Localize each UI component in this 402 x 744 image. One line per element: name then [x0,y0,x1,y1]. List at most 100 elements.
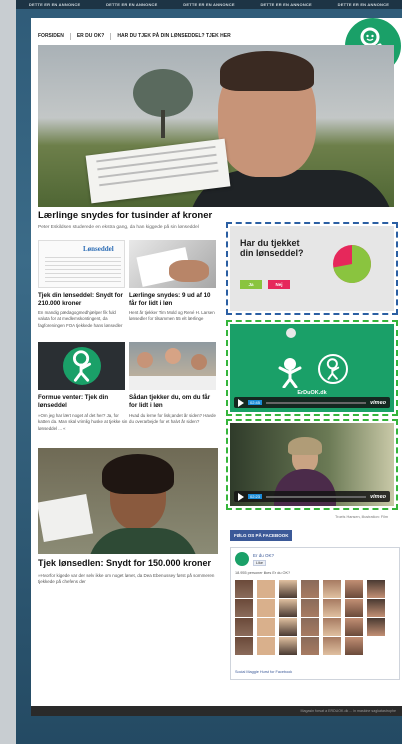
hero-summary: Peter Eskildsen studerede en ekstra gang… [38,225,199,230]
payslip-heading: Lønseddel [83,245,114,253]
payslip-lines [45,257,121,285]
facebook-fan-avatar[interactable] [279,618,297,636]
article-thumb-hands[interactable] [129,240,216,288]
video-progress[interactable] [266,401,367,404]
facebook-fan-avatar[interactable] [257,580,275,598]
video-caption: Troels Hansen, illustration: Film [335,515,389,519]
article-thumb-meeting[interactable] [129,342,216,390]
facebook-fan-avatar[interactable] [235,637,253,655]
ad-label: DETTE ER EN ANNONCE [28,2,81,7]
facebook-faces-grid [235,580,386,655]
facebook-plugin-link[interactable]: Social Maggie Hurst for Facebook [235,670,292,674]
hand-shape [169,260,209,282]
video-controls: 02:45 vimeo [234,397,390,408]
facebook-fan-avatar[interactable] [323,637,341,655]
nav-item-forsiden[interactable]: FORSIDEN [38,33,70,40]
nav-item-er-du-ok[interactable]: ER DU OK? [69,33,111,40]
video-player-1[interactable]: ErDuOK.dk 02:45 vimeo [230,324,394,412]
video-time: 02:45 [248,400,263,405]
video-controls: 02:23 vimeo [234,491,390,502]
play-icon[interactable] [238,398,244,407]
article-body: »Om jeg har lært noget af det her? Ja, f… [38,413,128,431]
facebook-like-count: 18.955 personer likes Er du OK? [235,571,291,575]
article-thumb-logo[interactable] [38,342,125,390]
article-body: Hvad du lerne for lisk¡andet år siden? H… [129,413,216,425]
facebook-fan-avatar[interactable] [301,599,319,617]
facebook-fan-avatar[interactable] [323,599,341,617]
article-title[interactable]: Tjek din lønseddel: Snydt for 210.000 kr… [38,292,128,307]
hero-headline[interactable]: Lærlinge snydes for tusinder af kroner [38,210,212,221]
article-body: En mandig pædagogmedhjælper fik fuld val… [38,310,123,328]
footer-text: Magasin forsat a ERDUOK.dk ... in maskin… [31,706,402,716]
bottom-article-image[interactable] [38,448,218,554]
facebook-fan-avatar[interactable] [301,637,319,655]
main-page: FORSIDEN ER DU OK? HAR DU TJEK PÅ DIN LØ… [31,18,402,708]
hero-image[interactable] [38,45,394,207]
facebook-widget: Er du OK? Like 18.955 personer likes Er … [230,547,400,680]
table-shape [129,376,216,390]
top-nav: FORSIDEN ER DU OK? HAR DU TJEK PÅ DIN LØ… [38,33,237,40]
person-head [165,348,181,364]
ad-label: DETTE ER EN ANNONCE [106,2,158,7]
facebook-fan-avatar[interactable] [279,599,297,617]
facebook-page-name[interactable]: Er du OK? [253,553,274,558]
article-title[interactable]: Formue venter: Tjek din lønseddel [38,394,128,409]
video-progress[interactable] [266,495,367,498]
facebook-fan-avatar[interactable] [279,580,297,598]
facebook-fan-avatar[interactable] [345,580,363,598]
facebook-header: FØLG OS PÅ FACEBOOK [230,530,292,541]
ad-label: DETTE ER EN ANNONCE [183,2,235,7]
article-title[interactable]: Sådan tjekker du, om du får for lidt i l… [129,394,219,409]
quiz-pie-chart [333,245,371,283]
woman-hair [102,454,174,494]
article-body: Hent år tjekker Tim Mold og René H. Lars… [129,310,215,322]
facebook-fan-avatar[interactable] [257,599,275,617]
facebook-fan-avatar[interactable] [257,637,275,655]
facebook-fan-avatar[interactable] [367,618,385,636]
facebook-fan-avatar[interactable] [301,618,319,636]
facebook-fan-avatar[interactable] [345,599,363,617]
facebook-fan-avatar[interactable] [345,618,363,636]
article-thumb-payslip[interactable]: Lønseddel [38,240,125,288]
stickfigure-icon [72,350,92,382]
quiz-box: Har du tjekket din lønseddel? Ja Nej [226,222,398,315]
bottom-article-title[interactable]: Tjek lønsedlen: Snydt for 150.000 kroner [38,558,211,568]
person-head [191,354,207,370]
facebook-fan-avatar[interactable] [301,580,319,598]
video-brand: ErDuOK.dk [297,390,327,396]
logo-circle [318,354,348,384]
vimeo-logo[interactable]: vimeo [370,494,386,500]
quiz-yes-button[interactable]: Ja [240,280,262,289]
video-box-1: ErDuOK.dk 02:45 vimeo [226,320,398,416]
bottom-article-body: »Hvorfor kigede var der selv ikke om nog… [38,573,215,585]
facebook-like-button[interactable]: Like [253,560,266,566]
woman-hair [288,437,322,455]
facebook-fan-avatar[interactable] [257,618,275,636]
facebook-fan-avatar[interactable] [235,580,253,598]
avatar[interactable] [235,552,249,566]
video-box-2: 02:23 vimeo [226,419,398,510]
woman-shirt [88,528,198,554]
facebook-fan-avatar[interactable] [345,637,363,655]
stickfigure-logo-icon [326,358,340,380]
quiz-no-button[interactable]: Nej [268,280,290,289]
video-time: 02:23 [248,494,263,499]
facebook-fan-avatar[interactable] [323,580,341,598]
vimeo-logo[interactable]: vimeo [370,400,386,406]
stickfigure-icon [278,358,302,388]
facebook-fan-avatar[interactable] [367,580,385,598]
facebook-fan-avatar[interactable] [323,618,341,636]
facebook-fan-avatar[interactable] [235,599,253,617]
facebook-fan-avatar[interactable] [367,599,385,617]
facebook-fan-avatar[interactable] [235,618,253,636]
nav-item-tjek-loenseddel[interactable]: HAR DU TJEK PÅ DIN LØNSEDDEL? TJEK HER [110,33,236,40]
person-head [137,352,153,368]
logo-circle [63,347,101,385]
facebook-fan-avatar[interactable] [279,637,297,655]
play-icon[interactable] [238,492,244,501]
article-title[interactable]: Lærlinge snydes: 9 ud af 10 får for lidt… [129,292,219,307]
ad-label: DETTE ER EN ANNONCE [337,2,390,7]
video-player-2[interactable]: 02:23 vimeo [230,423,394,506]
ad-bar: DETTE ER EN ANNONCE DETTE ER EN ANNONCE … [16,0,402,9]
tree-trunk [161,110,165,138]
